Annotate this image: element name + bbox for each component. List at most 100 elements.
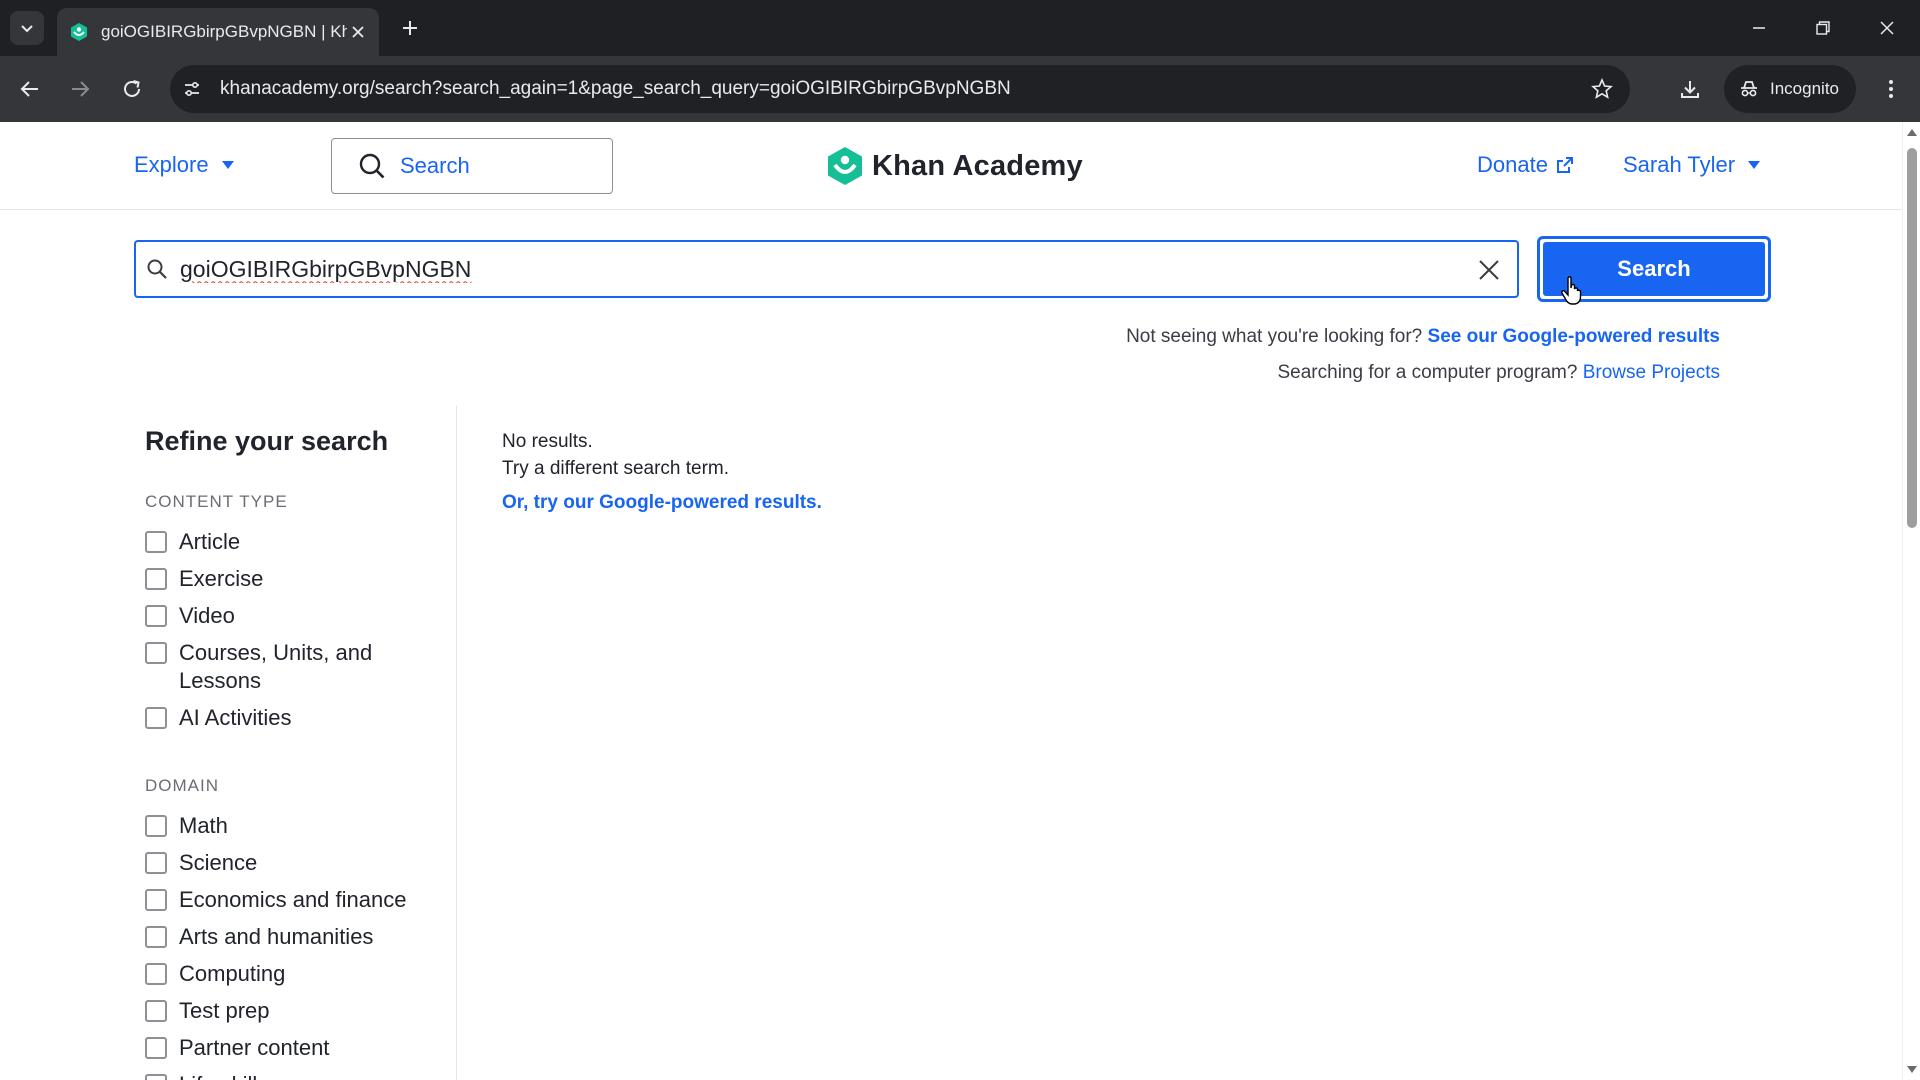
- filter-label: Arts and humanities: [179, 924, 374, 949]
- address-url: khanacademy.org/search?search_again=1&pa…: [220, 78, 1011, 99]
- google-results-help: Not seeing what you're looking for? See …: [1126, 326, 1720, 348]
- user-name: Sarah Tyler: [1623, 152, 1736, 177]
- filter-video[interactable]: Video: [145, 602, 235, 630]
- checkbox[interactable]: [145, 963, 167, 985]
- checkbox[interactable]: [145, 1037, 167, 1059]
- refine-search-sidebar: Refine your search CONTENT TYPE Article …: [134, 406, 457, 1080]
- checkbox[interactable]: [145, 926, 167, 948]
- refine-title: Refine your search: [145, 426, 389, 456]
- filter-label: AI Activities: [179, 705, 292, 730]
- explore-label: Explore: [134, 152, 209, 177]
- hand-cursor-icon: [1561, 276, 1582, 305]
- help-prompt: Not seeing what you're looking for?: [1126, 326, 1423, 347]
- explore-menu-button[interactable]: Explore: [134, 152, 235, 178]
- incognito-label: Incognito: [1770, 79, 1839, 98]
- checkbox[interactable]: [145, 815, 167, 837]
- filter-label: Life skills: [179, 1071, 268, 1080]
- browser-tab-active[interactable]: goiOGIBIRGbirpGBvpNGBN | Kh: [57, 8, 379, 56]
- clear-search-icon[interactable]: [1475, 256, 1503, 284]
- checkbox[interactable]: [145, 889, 167, 911]
- filter-label: Video: [179, 603, 235, 628]
- more-options-icon[interactable]: [1876, 73, 1906, 105]
- checkbox[interactable]: [145, 1000, 167, 1022]
- browse-projects-link[interactable]: Browse Projects: [1583, 362, 1720, 383]
- browser-toolbar: khanacademy.org/search?search_again=1&pa…: [0, 56, 1920, 122]
- filter-label: Science: [179, 850, 258, 875]
- donate-link[interactable]: Donate: [1477, 152, 1574, 178]
- no-results-text: No results.: [502, 431, 593, 452]
- scroll-up-arrow-icon[interactable]: [1907, 128, 1917, 136]
- checkbox[interactable]: [145, 1074, 167, 1080]
- main-search-field[interactable]: [134, 240, 1519, 298]
- donate-label: Donate: [1477, 152, 1548, 177]
- tab-title: goiOGIBIRGbirpGBvpNGBN | Kh: [101, 22, 347, 41]
- scroll-down-arrow-icon[interactable]: [1907, 1066, 1917, 1074]
- address-bar[interactable]: khanacademy.org/search?search_again=1&pa…: [170, 65, 1630, 113]
- page-content: Explore Search Khan Academy Donate Sarah…: [0, 122, 1902, 1080]
- filter-computing[interactable]: Computing: [145, 960, 285, 988]
- filter-exercise[interactable]: Exercise: [145, 565, 263, 593]
- browse-projects-help: Searching for a computer program? Browse…: [1278, 362, 1721, 384]
- filter-label: Computing: [179, 961, 286, 986]
- caret-down-icon: [1748, 161, 1761, 169]
- checkbox[interactable]: [145, 605, 167, 627]
- scrollbar-thumb[interactable]: [1907, 148, 1917, 528]
- logo-wordmark: Khan Academy: [872, 149, 1083, 182]
- filter-label: Exercise: [179, 566, 264, 591]
- checkbox[interactable]: [145, 531, 167, 553]
- filter-label: Math: [179, 813, 228, 838]
- filter-partner-content[interactable]: Partner content: [145, 1034, 329, 1062]
- site-settings-icon[interactable]: [180, 77, 204, 101]
- incognito-icon: [1741, 81, 1757, 97]
- external-link-icon: [1556, 157, 1573, 173]
- filter-ai-activities[interactable]: AI Activities: [145, 704, 291, 732]
- checkbox[interactable]: [145, 707, 167, 729]
- checkbox[interactable]: [145, 642, 167, 664]
- checkbox[interactable]: [145, 852, 167, 874]
- search-query-input[interactable]: [180, 250, 1430, 288]
- google-results-alt-link[interactable]: Or, try our Google-powered results.: [502, 492, 822, 514]
- filter-science[interactable]: Science: [145, 849, 257, 877]
- caret-down-icon: [221, 161, 234, 169]
- khan-academy-logo[interactable]: Khan Academy: [826, 146, 1083, 186]
- incognito-indicator[interactable]: Incognito: [1724, 65, 1856, 113]
- filter-label: Article: [179, 529, 241, 554]
- filter-courses-units-lessons[interactable]: Courses, Units, and Lessons: [145, 639, 385, 695]
- bookmark-star-icon[interactable]: [1590, 77, 1614, 101]
- filter-article[interactable]: Article: [145, 528, 240, 556]
- browser-tab-strip: goiOGIBIRGbirpGBvpNGBN | Kh: [0, 0, 1920, 56]
- header-search-label: Search: [400, 153, 470, 178]
- forward-arrow-icon[interactable]: [64, 73, 96, 105]
- filter-test-prep[interactable]: Test prep: [145, 997, 270, 1025]
- filter-label: Test prep: [179, 998, 270, 1023]
- google-results-link[interactable]: See our Google-powered results: [1428, 326, 1720, 347]
- restore-window-icon[interactable]: [1808, 14, 1838, 42]
- filter-life-skills[interactable]: Life skills: [145, 1071, 268, 1080]
- try-different-text: Try a different search term.: [502, 458, 730, 479]
- download-icon[interactable]: [1674, 73, 1706, 105]
- back-arrow-icon[interactable]: [14, 73, 46, 105]
- tab-search-button[interactable]: [10, 11, 44, 45]
- checkbox[interactable]: [145, 568, 167, 590]
- tab-close-icon[interactable]: [347, 21, 369, 43]
- filter-label: Partner content: [179, 1035, 330, 1060]
- filter-economics-finance[interactable]: Economics and finance: [145, 886, 406, 914]
- minimize-icon[interactable]: [1744, 14, 1774, 42]
- domain-heading: DOMAIN: [145, 776, 219, 795]
- chevron-down-icon: [21, 25, 33, 33]
- filter-math[interactable]: Math: [145, 812, 228, 840]
- header-search-button[interactable]: Search: [331, 138, 613, 194]
- khan-academy-favicon-icon: [71, 23, 87, 41]
- program-prompt: Searching for a computer program?: [1277, 362, 1578, 383]
- site-header: Explore Search Khan Academy Donate Sarah…: [0, 122, 1902, 210]
- filter-label: Economics and finance: [179, 887, 407, 912]
- khan-academy-logo-icon: [828, 147, 862, 185]
- user-menu-button[interactable]: Sarah Tyler: [1623, 152, 1761, 178]
- page-scrollbar[interactable]: [1902, 122, 1920, 1080]
- search-results: No results. Try a different search term.…: [502, 428, 822, 514]
- close-window-icon[interactable]: [1872, 14, 1902, 42]
- content-type-heading: CONTENT TYPE: [145, 492, 288, 511]
- new-tab-plus-icon[interactable]: [396, 14, 424, 42]
- filter-arts-humanities[interactable]: Arts and humanities: [145, 923, 373, 951]
- reload-icon[interactable]: [116, 73, 148, 105]
